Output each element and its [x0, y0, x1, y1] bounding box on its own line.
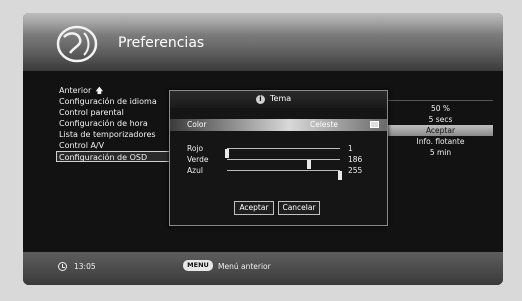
clock-icon: [58, 262, 67, 271]
slider-value: 255: [348, 166, 363, 175]
dialog-title: Tema: [270, 94, 292, 103]
slider-rojo[interactable]: Rojo 1: [170, 143, 387, 158]
slider-azul[interactable]: Azul 255: [170, 165, 387, 180]
arrow-up-icon: 🡅: [95, 86, 104, 95]
slider-label: Azul: [187, 166, 203, 175]
value-theme[interactable]: Aceptar: [388, 125, 493, 136]
color-selector[interactable]: Color Celeste: [170, 119, 387, 131]
value-timeout[interactable]: 5 min: [388, 147, 493, 158]
info-icon: i: [256, 95, 265, 104]
slider-thumb[interactable]: [338, 171, 342, 180]
header-bar: Preferencias: [23, 13, 503, 71]
value-transparency[interactable]: 50 %: [388, 103, 493, 114]
settings-values: 50 % 5 secs Aceptar Info. flotante 5 min: [388, 103, 493, 158]
slider-verde[interactable]: Verde 186: [170, 154, 387, 169]
slider-value: 186: [348, 155, 363, 164]
cancel-button[interactable]: Cancelar: [278, 201, 320, 215]
color-value: Celeste: [310, 120, 339, 129]
menu-key-icon: MENU: [183, 260, 213, 271]
palette-icon: [370, 121, 379, 128]
slider-track: [227, 170, 342, 180]
clock-time: 13:05: [74, 262, 96, 271]
color-label: Color: [187, 120, 207, 129]
tv-screen: Preferencias Anterior 🡅 Configuración de …: [23, 13, 503, 285]
footer-bar: 13:05 MENU Menú anterior: [23, 252, 503, 285]
menu-item-osd[interactable]: Configuración de OSD: [56, 151, 173, 162]
accept-button[interactable]: Aceptar: [234, 201, 274, 215]
value-duration[interactable]: 5 secs: [388, 114, 493, 125]
slider-track: [225, 148, 340, 158]
value-info-mode[interactable]: Info. flotante: [388, 136, 493, 147]
slider-value: 1: [348, 144, 353, 153]
slider-track: [227, 159, 340, 169]
theme-dialog: i Tema Color Celeste Rojo 1 Verde 186 Az…: [169, 90, 388, 226]
globe-logo-icon: [56, 25, 98, 63]
slider-label: Verde: [187, 155, 209, 164]
menu-key-hint: Menú anterior: [218, 262, 271, 271]
page-title: Preferencias: [118, 35, 205, 51]
dialog-titlebar: i Tema: [170, 91, 387, 108]
slider-label: Rojo: [187, 144, 204, 153]
